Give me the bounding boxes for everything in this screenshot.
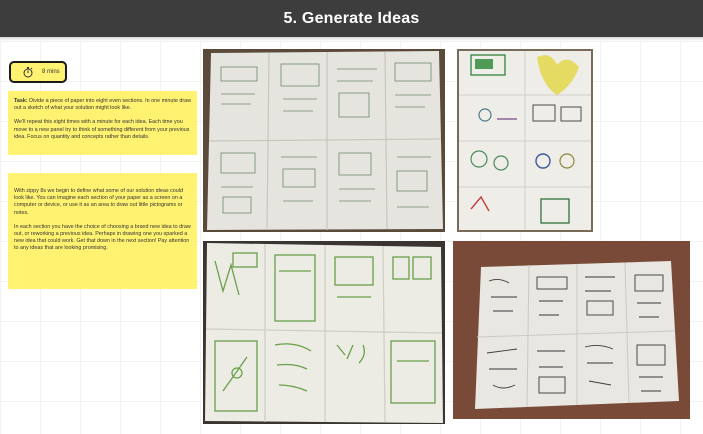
choice-paragraph: In each section you have the choice of c…	[14, 223, 191, 252]
zippy-note: With zippy 8s we begin to define what so…	[8, 173, 197, 289]
page-header: 5. Generate Ideas	[0, 0, 703, 37]
sketch-photo-4	[453, 241, 690, 419]
task-note: Task: Divide a piece of paper into eight…	[8, 91, 197, 155]
task-paragraph: Task: Divide a piece of paper into eight…	[14, 98, 191, 112]
timer-label: 8 mins	[42, 69, 60, 75]
zippy-paragraph: With zippy 8s we begin to define what so…	[14, 188, 184, 216]
repeat-paragraph: We'll repeat this eight times with a min…	[14, 119, 190, 140]
timer-badge[interactable]: 8 mins	[9, 61, 67, 83]
stopwatch-icon	[23, 67, 33, 78]
task-label: Task:	[14, 98, 28, 104]
sketch-photo-1	[203, 49, 445, 232]
sketch-photo-3	[203, 241, 445, 424]
page-title: 5. Generate Ideas	[283, 9, 420, 27]
task-text: Divide a piece of paper into eight even …	[14, 98, 192, 112]
sketch-photo-2	[457, 49, 593, 232]
